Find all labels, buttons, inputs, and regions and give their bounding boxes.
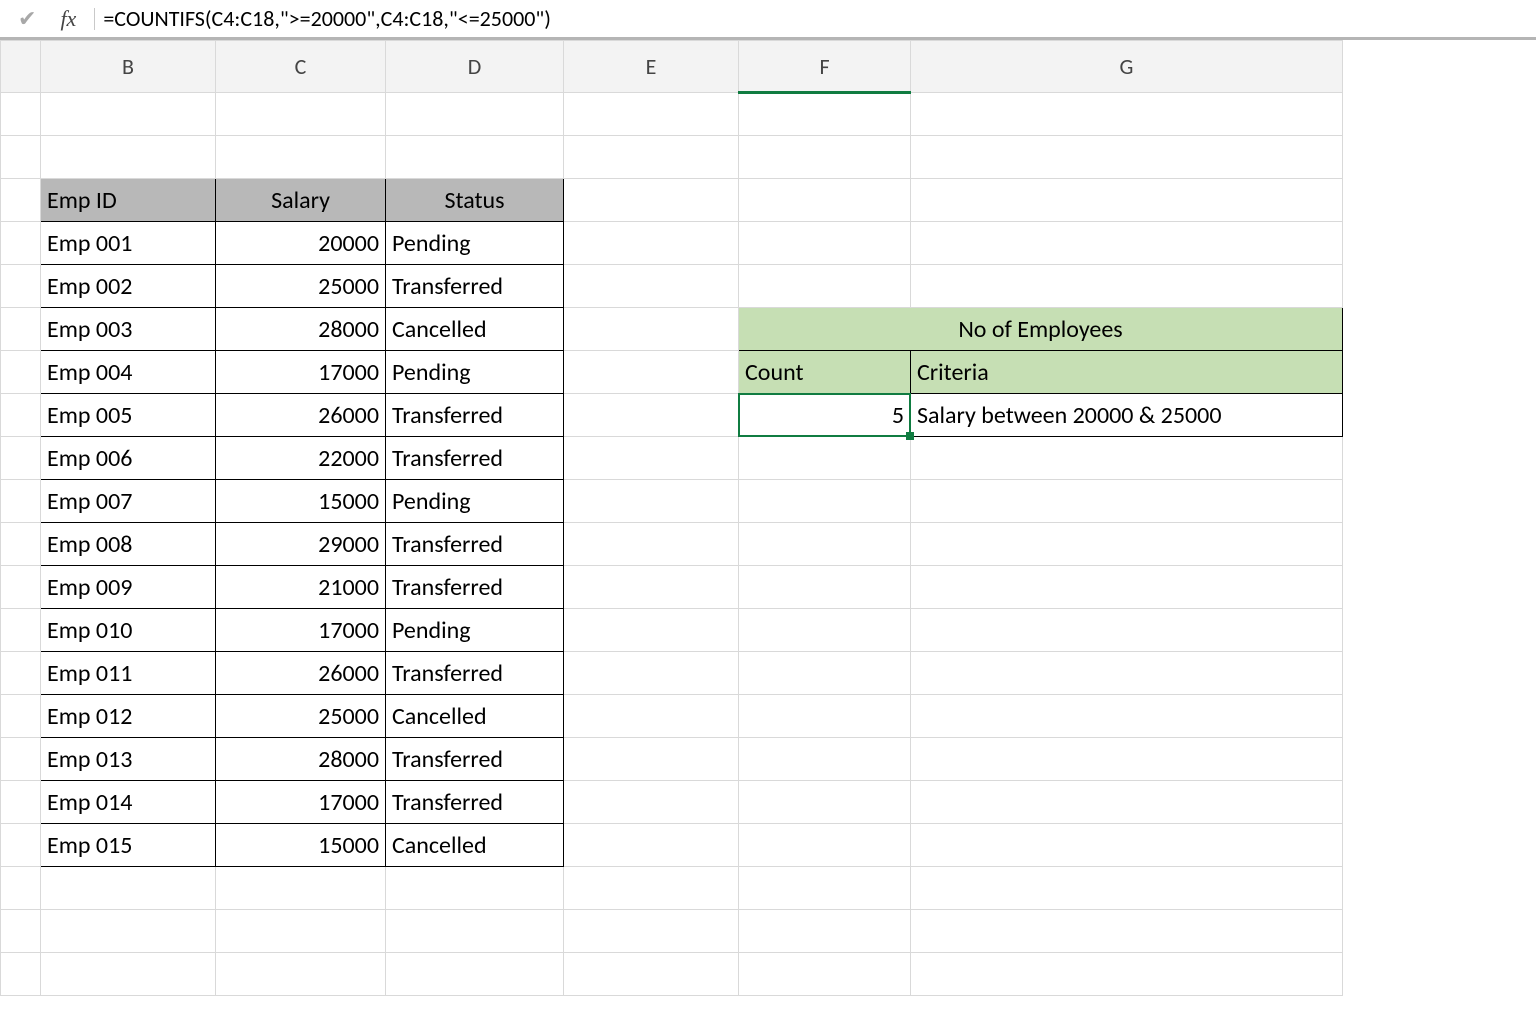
- cell-G8[interactable]: Salary between 20000 & 25000: [911, 397, 1342, 434]
- cell-C16[interactable]: 28000: [216, 741, 385, 778]
- col-header-B[interactable]: B: [41, 41, 216, 93]
- cell-C12[interactable]: 21000: [216, 569, 385, 606]
- cell-D15[interactable]: Cancelled: [386, 698, 563, 735]
- formula-bar: ✔ fx =COUNTIFS(C4:C18,">=20000",C4:C18,"…: [0, 0, 1536, 40]
- cell-C5[interactable]: 25000: [216, 268, 385, 305]
- cell-B7[interactable]: Emp 004: [41, 354, 215, 391]
- cell-B17[interactable]: Emp 014: [41, 784, 215, 821]
- cell-C8[interactable]: 26000: [216, 397, 385, 434]
- formula-input[interactable]: =COUNTIFS(C4:C18,">=20000",C4:C18,"<=250…: [103, 5, 551, 32]
- cell-C6[interactable]: 28000: [216, 311, 385, 348]
- cell-D9[interactable]: Transferred: [386, 440, 563, 477]
- cell-B5[interactable]: Emp 002: [41, 268, 215, 305]
- cell-B13[interactable]: Emp 010: [41, 612, 215, 649]
- cell-F8[interactable]: 5: [739, 394, 911, 437]
- cell-D6[interactable]: Cancelled: [386, 311, 563, 348]
- cell-B9[interactable]: Emp 006: [41, 440, 215, 477]
- cell-C17[interactable]: 17000: [216, 784, 385, 821]
- cell-B12[interactable]: Emp 009: [41, 569, 215, 606]
- cell-C7[interactable]: 17000: [216, 354, 385, 391]
- col-header-E[interactable]: E: [564, 41, 739, 93]
- cell-D8[interactable]: Transferred: [386, 397, 563, 434]
- cell-C13[interactable]: 17000: [216, 612, 385, 649]
- cell-D10[interactable]: Pending: [386, 483, 563, 520]
- cell-D12[interactable]: Transferred: [386, 569, 563, 606]
- cell-D17[interactable]: Transferred: [386, 784, 563, 821]
- cell-D18[interactable]: Cancelled: [386, 827, 563, 864]
- cell-B6[interactable]: Emp 003: [41, 311, 215, 348]
- cell-C3[interactable]: Salary: [216, 182, 385, 219]
- cell-B18[interactable]: Emp 015: [41, 827, 215, 864]
- cell-D4[interactable]: Pending: [386, 225, 563, 262]
- col-header-G[interactable]: G: [911, 41, 1343, 93]
- cell-D14[interactable]: Transferred: [386, 655, 563, 692]
- fill-handle[interactable]: [906, 432, 914, 440]
- cell-C11[interactable]: 29000: [216, 526, 385, 563]
- cell-C9[interactable]: 22000: [216, 440, 385, 477]
- col-header-F[interactable]: F: [739, 41, 911, 93]
- cell-D16[interactable]: Transferred: [386, 741, 563, 778]
- cell-D5[interactable]: Transferred: [386, 268, 563, 305]
- column-header-row: B C D E F G: [1, 41, 1343, 93]
- cell-D3[interactable]: Status: [386, 182, 563, 219]
- cell-F6[interactable]: No of Employees: [739, 311, 1342, 348]
- cell-C14[interactable]: 26000: [216, 655, 385, 692]
- col-header-D[interactable]: D: [386, 41, 564, 93]
- cell-D13[interactable]: Pending: [386, 612, 563, 649]
- confirm-check-icon[interactable]: ✔: [18, 5, 36, 32]
- cell-C4[interactable]: 20000: [216, 225, 385, 262]
- corner-cell[interactable]: [1, 41, 41, 93]
- cell-B3[interactable]: Emp ID: [41, 182, 215, 219]
- cell-B10[interactable]: Emp 007: [41, 483, 215, 520]
- cell-D11[interactable]: Transferred: [386, 526, 563, 563]
- cell-B11[interactable]: Emp 008: [41, 526, 215, 563]
- spreadsheet-grid[interactable]: B C D E F G Emp ID Salary Status Emp 001…: [0, 40, 1536, 996]
- cell-C18[interactable]: 15000: [216, 827, 385, 864]
- cell-G7[interactable]: Criteria: [911, 354, 1342, 391]
- cell-C10[interactable]: 15000: [216, 483, 385, 520]
- fx-label[interactable]: fx: [60, 6, 76, 32]
- cell-F7[interactable]: Count: [739, 354, 910, 391]
- cell-B15[interactable]: Emp 012: [41, 698, 215, 735]
- cell-D7[interactable]: Pending: [386, 354, 563, 391]
- cell-B16[interactable]: Emp 013: [41, 741, 215, 778]
- cell-B14[interactable]: Emp 011: [41, 655, 215, 692]
- col-header-C[interactable]: C: [216, 41, 386, 93]
- cell-B8[interactable]: Emp 005: [41, 397, 215, 434]
- cell-C15[interactable]: 25000: [216, 698, 385, 735]
- cell-B4[interactable]: Emp 001: [41, 225, 215, 262]
- divider: [94, 8, 95, 30]
